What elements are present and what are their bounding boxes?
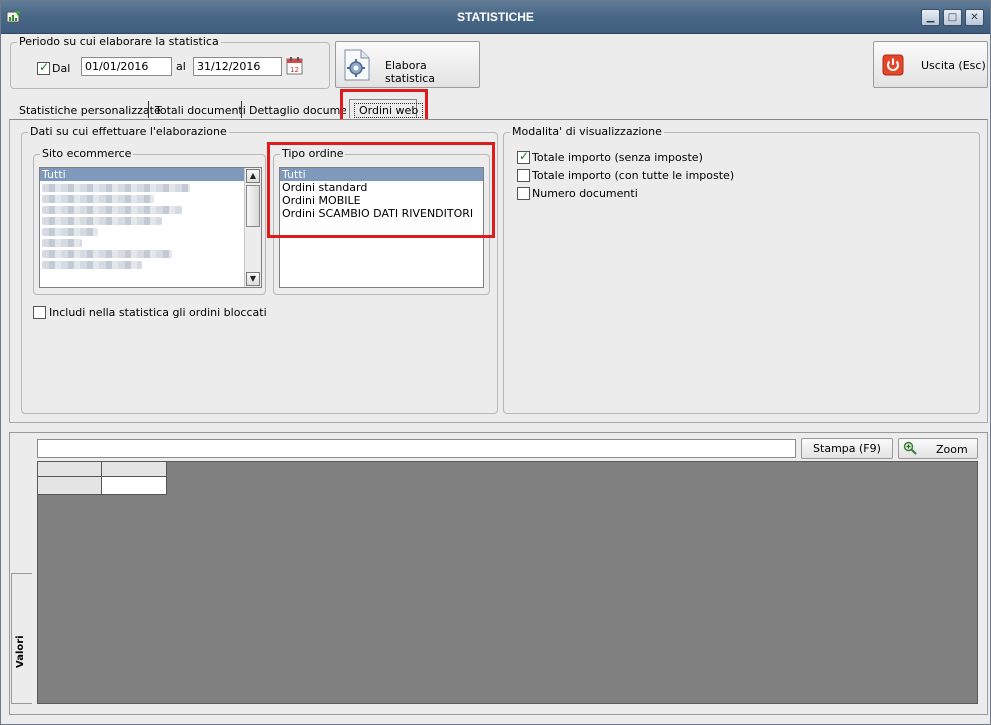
minimize-icon: ▁ bbox=[926, 12, 935, 23]
list-item-redacted[interactable] bbox=[42, 195, 154, 203]
tab-totali-documenti[interactable]: Totali documenti bbox=[151, 101, 250, 120]
sito-scrollbar[interactable]: ▲ ▼ bbox=[244, 168, 261, 287]
title-bar: STATISTICHE ▁ □ ✕ bbox=[1, 1, 990, 34]
list-item-redacted[interactable] bbox=[42, 217, 162, 225]
from-date-input[interactable]: 01/01/2016 bbox=[81, 57, 172, 76]
maximize-button[interactable]: □ bbox=[943, 9, 962, 26]
scroll-down-button[interactable]: ▼ bbox=[246, 272, 260, 286]
zoom-button[interactable]: Zoom bbox=[898, 438, 978, 459]
results-grid[interactable] bbox=[37, 461, 978, 704]
dal-checkbox[interactable] bbox=[37, 60, 50, 75]
list-item-redacted[interactable] bbox=[42, 250, 172, 258]
zoom-icon bbox=[903, 441, 917, 455]
tab-separator bbox=[241, 101, 242, 118]
tab-label: Ordini web bbox=[354, 103, 424, 118]
svg-text:12: 12 bbox=[290, 66, 299, 74]
list-item[interactable]: Ordini SCAMBIO DATI RIVENDITORI bbox=[280, 207, 483, 220]
tipo-ordine-list[interactable]: Tutti Ordini standard Ordini MOBILE Ordi… bbox=[279, 167, 484, 288]
include-blocked-checkbox[interactable] bbox=[33, 306, 46, 319]
al-label: al bbox=[176, 60, 186, 73]
period-legend: Periodo su cui elaborare la statistica bbox=[17, 35, 221, 48]
stampa-label: Stampa (F9) bbox=[813, 442, 881, 455]
grid-header-cell bbox=[38, 462, 102, 477]
list-item[interactable]: Tutti bbox=[280, 168, 483, 181]
tab-separator bbox=[148, 101, 149, 118]
calendar-icon: 12 bbox=[286, 57, 303, 75]
power-icon bbox=[882, 54, 904, 76]
tab-label: Statistiche personalizzate bbox=[19, 104, 161, 117]
display-mode-legend: Modalita' di visualizzazione bbox=[510, 125, 664, 138]
include-blocked-label: Includi nella statistica gli ordini bloc… bbox=[49, 306, 267, 319]
totale-senza-imposte-checkbox[interactable] bbox=[517, 149, 530, 164]
numero-documenti-label: Numero documenti bbox=[532, 187, 638, 200]
tab-label: Totali documenti bbox=[155, 104, 246, 117]
tab-statistiche-personalizzate[interactable]: Statistiche personalizzate bbox=[15, 101, 165, 120]
tab-ordini-web[interactable]: Ordini web bbox=[349, 99, 424, 118]
zoom-label: Zoom bbox=[936, 443, 968, 456]
list-item[interactable]: Ordini MOBILE bbox=[280, 194, 483, 207]
gear-document-icon bbox=[344, 49, 370, 81]
list-item[interactable]: Tutti bbox=[40, 168, 244, 181]
totale-con-imposte-checkbox[interactable] bbox=[517, 169, 530, 182]
list-item-redacted[interactable] bbox=[42, 239, 82, 247]
tab-valori[interactable]: Valori bbox=[11, 573, 32, 704]
maximize-icon: □ bbox=[947, 12, 958, 23]
dal-label: Dal bbox=[52, 62, 71, 75]
scroll-up-button[interactable]: ▲ bbox=[246, 169, 260, 183]
totale-senza-imposte-label: Totale importo (senza imposte) bbox=[532, 151, 703, 164]
grid-row-header-cell bbox=[38, 477, 102, 495]
calendar-button[interactable]: 12 bbox=[286, 57, 303, 75]
list-item-redacted[interactable] bbox=[42, 206, 182, 214]
uscita-button[interactable]: Uscita (Esc) bbox=[873, 41, 988, 88]
tipo-ordine-legend: Tipo ordine bbox=[280, 147, 346, 160]
totale-con-imposte-label: Totale importo (con tutte le imposte) bbox=[532, 169, 735, 182]
tab-valori-label: Valori bbox=[15, 635, 26, 668]
tab-label: Dettaglio documen bbox=[249, 104, 346, 117]
list-item[interactable]: Ordini standard bbox=[280, 181, 483, 194]
arrow-down-icon: ▼ bbox=[249, 274, 257, 283]
statistiche-window: STATISTICHE ▁ □ ✕ Periodo su cui elabora… bbox=[0, 0, 991, 725]
stampa-button[interactable]: Stampa (F9) bbox=[801, 438, 893, 459]
data-group-legend: Dati su cui effettuare l'elaborazione bbox=[28, 125, 229, 138]
list-item-redacted[interactable] bbox=[42, 261, 142, 269]
scroll-thumb[interactable] bbox=[246, 185, 260, 227]
tab-dettaglio-documenti[interactable]: Dettaglio documen bbox=[245, 101, 346, 120]
window-title: STATISTICHE bbox=[457, 10, 534, 24]
list-item-redacted[interactable] bbox=[42, 184, 190, 192]
close-button[interactable]: ✕ bbox=[965, 9, 984, 26]
elabora-statistica-button[interactable]: Elabora statistica bbox=[335, 41, 480, 88]
uscita-label: Uscita (Esc) bbox=[921, 59, 986, 72]
list-item-redacted[interactable] bbox=[42, 228, 98, 236]
grid-data-cell[interactable] bbox=[102, 477, 167, 495]
sito-ecommerce-legend: Sito ecommerce bbox=[40, 147, 134, 160]
sito-ecommerce-list[interactable]: Tutti ▲ ▼ bbox=[39, 167, 262, 288]
elabora-statistica-label: Elabora statistica bbox=[385, 59, 436, 85]
grid-header-cell bbox=[102, 462, 167, 477]
results-title-input[interactable] bbox=[37, 439, 796, 458]
to-date-input[interactable]: 31/12/2016 bbox=[193, 57, 282, 76]
arrow-up-icon: ▲ bbox=[249, 171, 257, 180]
minimize-button[interactable]: ▁ bbox=[921, 9, 940, 26]
close-icon: ✕ bbox=[970, 12, 979, 23]
numero-documenti-checkbox[interactable] bbox=[517, 187, 530, 200]
